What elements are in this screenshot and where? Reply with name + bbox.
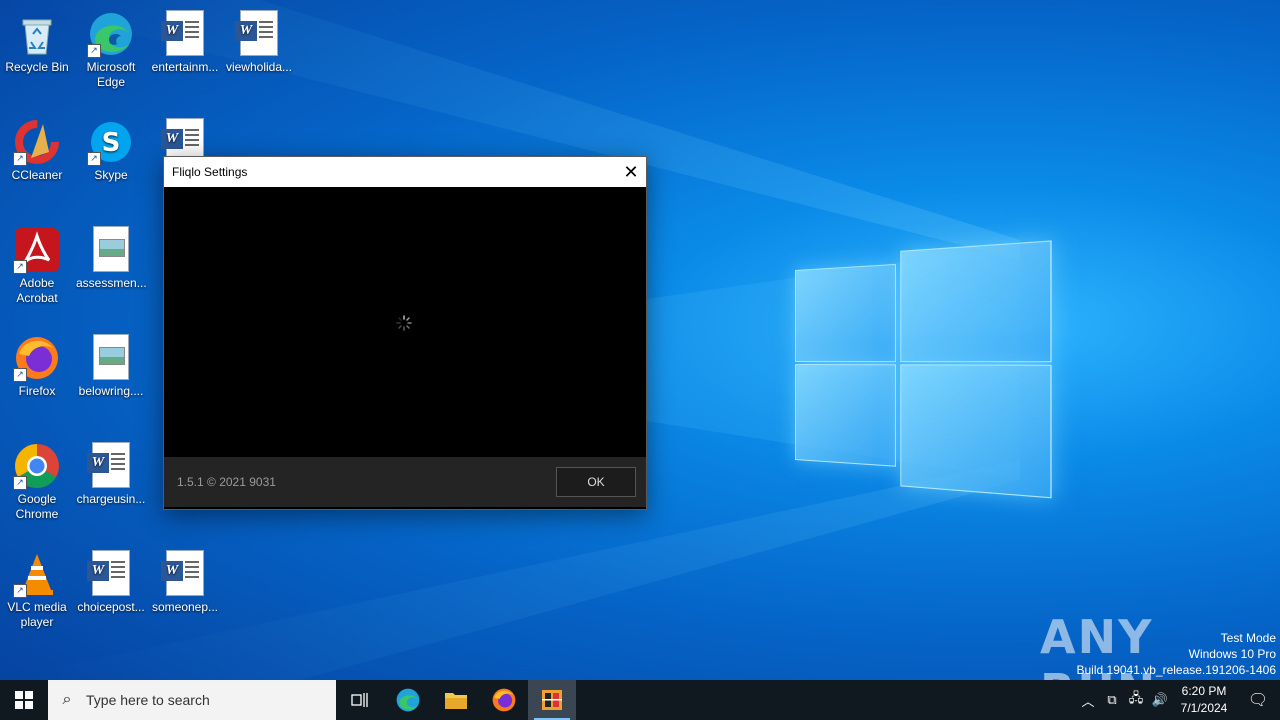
task-view-icon: [350, 691, 370, 709]
firefox-icon: ↗: [13, 334, 61, 382]
watermark-line: Test Mode: [1077, 630, 1277, 646]
version-text: 1.5.1 © 2021 9031: [177, 475, 276, 489]
desktop-icon-label: belowring....: [74, 384, 148, 399]
start-button[interactable]: [0, 680, 48, 720]
desktop-icon-entertainment[interactable]: W entertainm...: [148, 4, 222, 75]
desktop-icon-label: viewholida...: [222, 60, 296, 75]
desktop-icon-label: assessmen...: [74, 276, 148, 291]
edge-icon: [395, 687, 421, 713]
dialog-titlebar[interactable]: Fliqlo Settings ✕: [164, 157, 646, 187]
desktop-icon-label: Recycle Bin: [0, 60, 74, 75]
desktop-icon-ccleaner[interactable]: ↗ CCleaner: [0, 112, 74, 183]
dialog-footer: 1.5.1 © 2021 9031 OK: [164, 457, 646, 507]
ok-button[interactable]: OK: [556, 467, 636, 497]
watermark-line: Build 19041.vb_release.191206-1406: [1077, 662, 1277, 678]
image-file-icon: [87, 226, 135, 274]
desktop-icon-microsoft-edge[interactable]: ↗ Microsoft Edge: [74, 4, 148, 90]
taskbar-search-box[interactable]: ⌕ Type here to search: [48, 680, 336, 720]
shortcut-arrow-icon: ↗: [87, 44, 101, 58]
loading-spinner-icon: [396, 315, 412, 331]
desktop-icon-assessment[interactable]: assessmen...: [74, 220, 148, 291]
image-file-icon: [87, 334, 135, 382]
folder-icon: [444, 690, 468, 710]
taskbar-clock[interactable]: 6:20 PM 7/1/2024: [1172, 683, 1236, 717]
search-icon: ⌕: [48, 691, 86, 709]
chrome-icon: ↗: [13, 442, 61, 490]
desktop-icon-google-chrome[interactable]: ↗ Google Chrome: [0, 436, 74, 522]
taskbar-fliqlo-button[interactable]: [528, 680, 576, 720]
desktop-icon-label: chargeusin...: [74, 492, 148, 507]
clock-time: 6:20 PM: [1172, 683, 1236, 700]
desktop-icon-recycle-bin[interactable]: Recycle Bin: [0, 4, 74, 75]
network-icon[interactable]: 🖧: [1124, 689, 1148, 711]
desktop-icon-choicepost[interactable]: W choicepost...: [74, 544, 148, 615]
system-tray: ︿ ⧉ 🖧 🔊 6:20 PM 7/1/2024 🗨: [1076, 680, 1280, 720]
desktop-icon-label: someonep...: [148, 600, 222, 615]
search-placeholder: Type here to search: [86, 692, 210, 708]
fliqlo-app-icon: [541, 689, 563, 711]
desktop-icon-label: CCleaner: [0, 168, 74, 183]
shortcut-arrow-icon: ↗: [13, 368, 27, 382]
notification-icon[interactable]: 🗨: [1236, 690, 1280, 710]
edge-icon: ↗: [87, 10, 135, 58]
device-icon[interactable]: ⧉: [1100, 692, 1124, 708]
taskbar-edge-button[interactable]: [384, 680, 432, 720]
word-document-icon: W: [161, 10, 209, 58]
word-document-icon: W: [87, 550, 135, 598]
windows-logo-wallpaper: [795, 219, 1050, 500]
watermark-line: Windows 10 Pro: [1077, 646, 1277, 662]
desktop-icon-label: Skype: [74, 168, 148, 183]
shortcut-arrow-icon: ↗: [87, 152, 101, 166]
word-document-icon: W: [235, 10, 283, 58]
recycle-bin-icon: [13, 10, 61, 58]
desktop-icon-vlc[interactable]: ↗ VLC media player: [0, 544, 74, 630]
taskbar-file-explorer-button[interactable]: [432, 680, 480, 720]
adobe-acrobat-icon: ↗: [13, 226, 61, 274]
word-document-icon: W: [161, 550, 209, 598]
dialog-content-area: [164, 187, 646, 457]
shortcut-arrow-icon: ↗: [13, 260, 27, 274]
desktop-icon-firefox[interactable]: ↗ Firefox: [0, 328, 74, 399]
desktop-icon-label: Google Chrome: [0, 492, 74, 522]
desktop-icon-label: entertainm...: [148, 60, 222, 75]
desktop-icon-adobe-acrobat[interactable]: ↗ Adobe Acrobat: [0, 220, 74, 306]
vlc-icon: ↗: [13, 550, 61, 598]
desktop-icon-label: VLC media player: [0, 600, 74, 630]
desktop-icon-label: choicepost...: [74, 600, 148, 615]
chevron-up-icon[interactable]: ︿: [1076, 691, 1100, 710]
windows-start-icon: [15, 691, 33, 709]
dialog-title: Fliqlo Settings: [164, 165, 616, 179]
clock-date: 7/1/2024: [1172, 700, 1236, 717]
shortcut-arrow-icon: ↗: [13, 476, 27, 490]
close-icon[interactable]: ✕: [616, 157, 646, 187]
desktop-icon-belowring[interactable]: belowring....: [74, 328, 148, 399]
desktop-icon-label: Microsoft Edge: [74, 60, 148, 90]
desktop-icon-label: Adobe Acrobat: [0, 276, 74, 306]
task-view-button[interactable]: [336, 680, 384, 720]
shortcut-arrow-icon: ↗: [13, 152, 27, 166]
desktop-icon-someonep[interactable]: W someonep...: [148, 544, 222, 615]
desktop-icon-viewholiday[interactable]: W viewholida...: [222, 4, 296, 75]
taskbar-firefox-button[interactable]: [480, 680, 528, 720]
word-document-icon: W: [87, 442, 135, 490]
desktop-icon-label: Firefox: [0, 384, 74, 399]
desktop-icon-chargeusing[interactable]: W chargeusin...: [74, 436, 148, 507]
firefox-icon: [491, 687, 517, 713]
svg-text:S: S: [102, 128, 121, 158]
skype-icon: S ↗: [87, 118, 135, 166]
desktop-icon-skype[interactable]: S ↗ Skype: [74, 112, 148, 183]
taskbar: ⌕ Type here to search ︿ ⧉ 🖧 🔊 6:20 PM 7/…: [0, 680, 1280, 720]
ccleaner-icon: ↗: [13, 118, 61, 166]
shortcut-arrow-icon: ↗: [13, 584, 27, 598]
fliqlo-settings-dialog: Fliqlo Settings ✕ 1.5.1 © 2021 9031 OK: [163, 156, 647, 510]
system-watermark: Test Mode Windows 10 Pro Build 19041.vb_…: [1077, 630, 1277, 678]
volume-icon[interactable]: 🔊: [1148, 692, 1172, 708]
